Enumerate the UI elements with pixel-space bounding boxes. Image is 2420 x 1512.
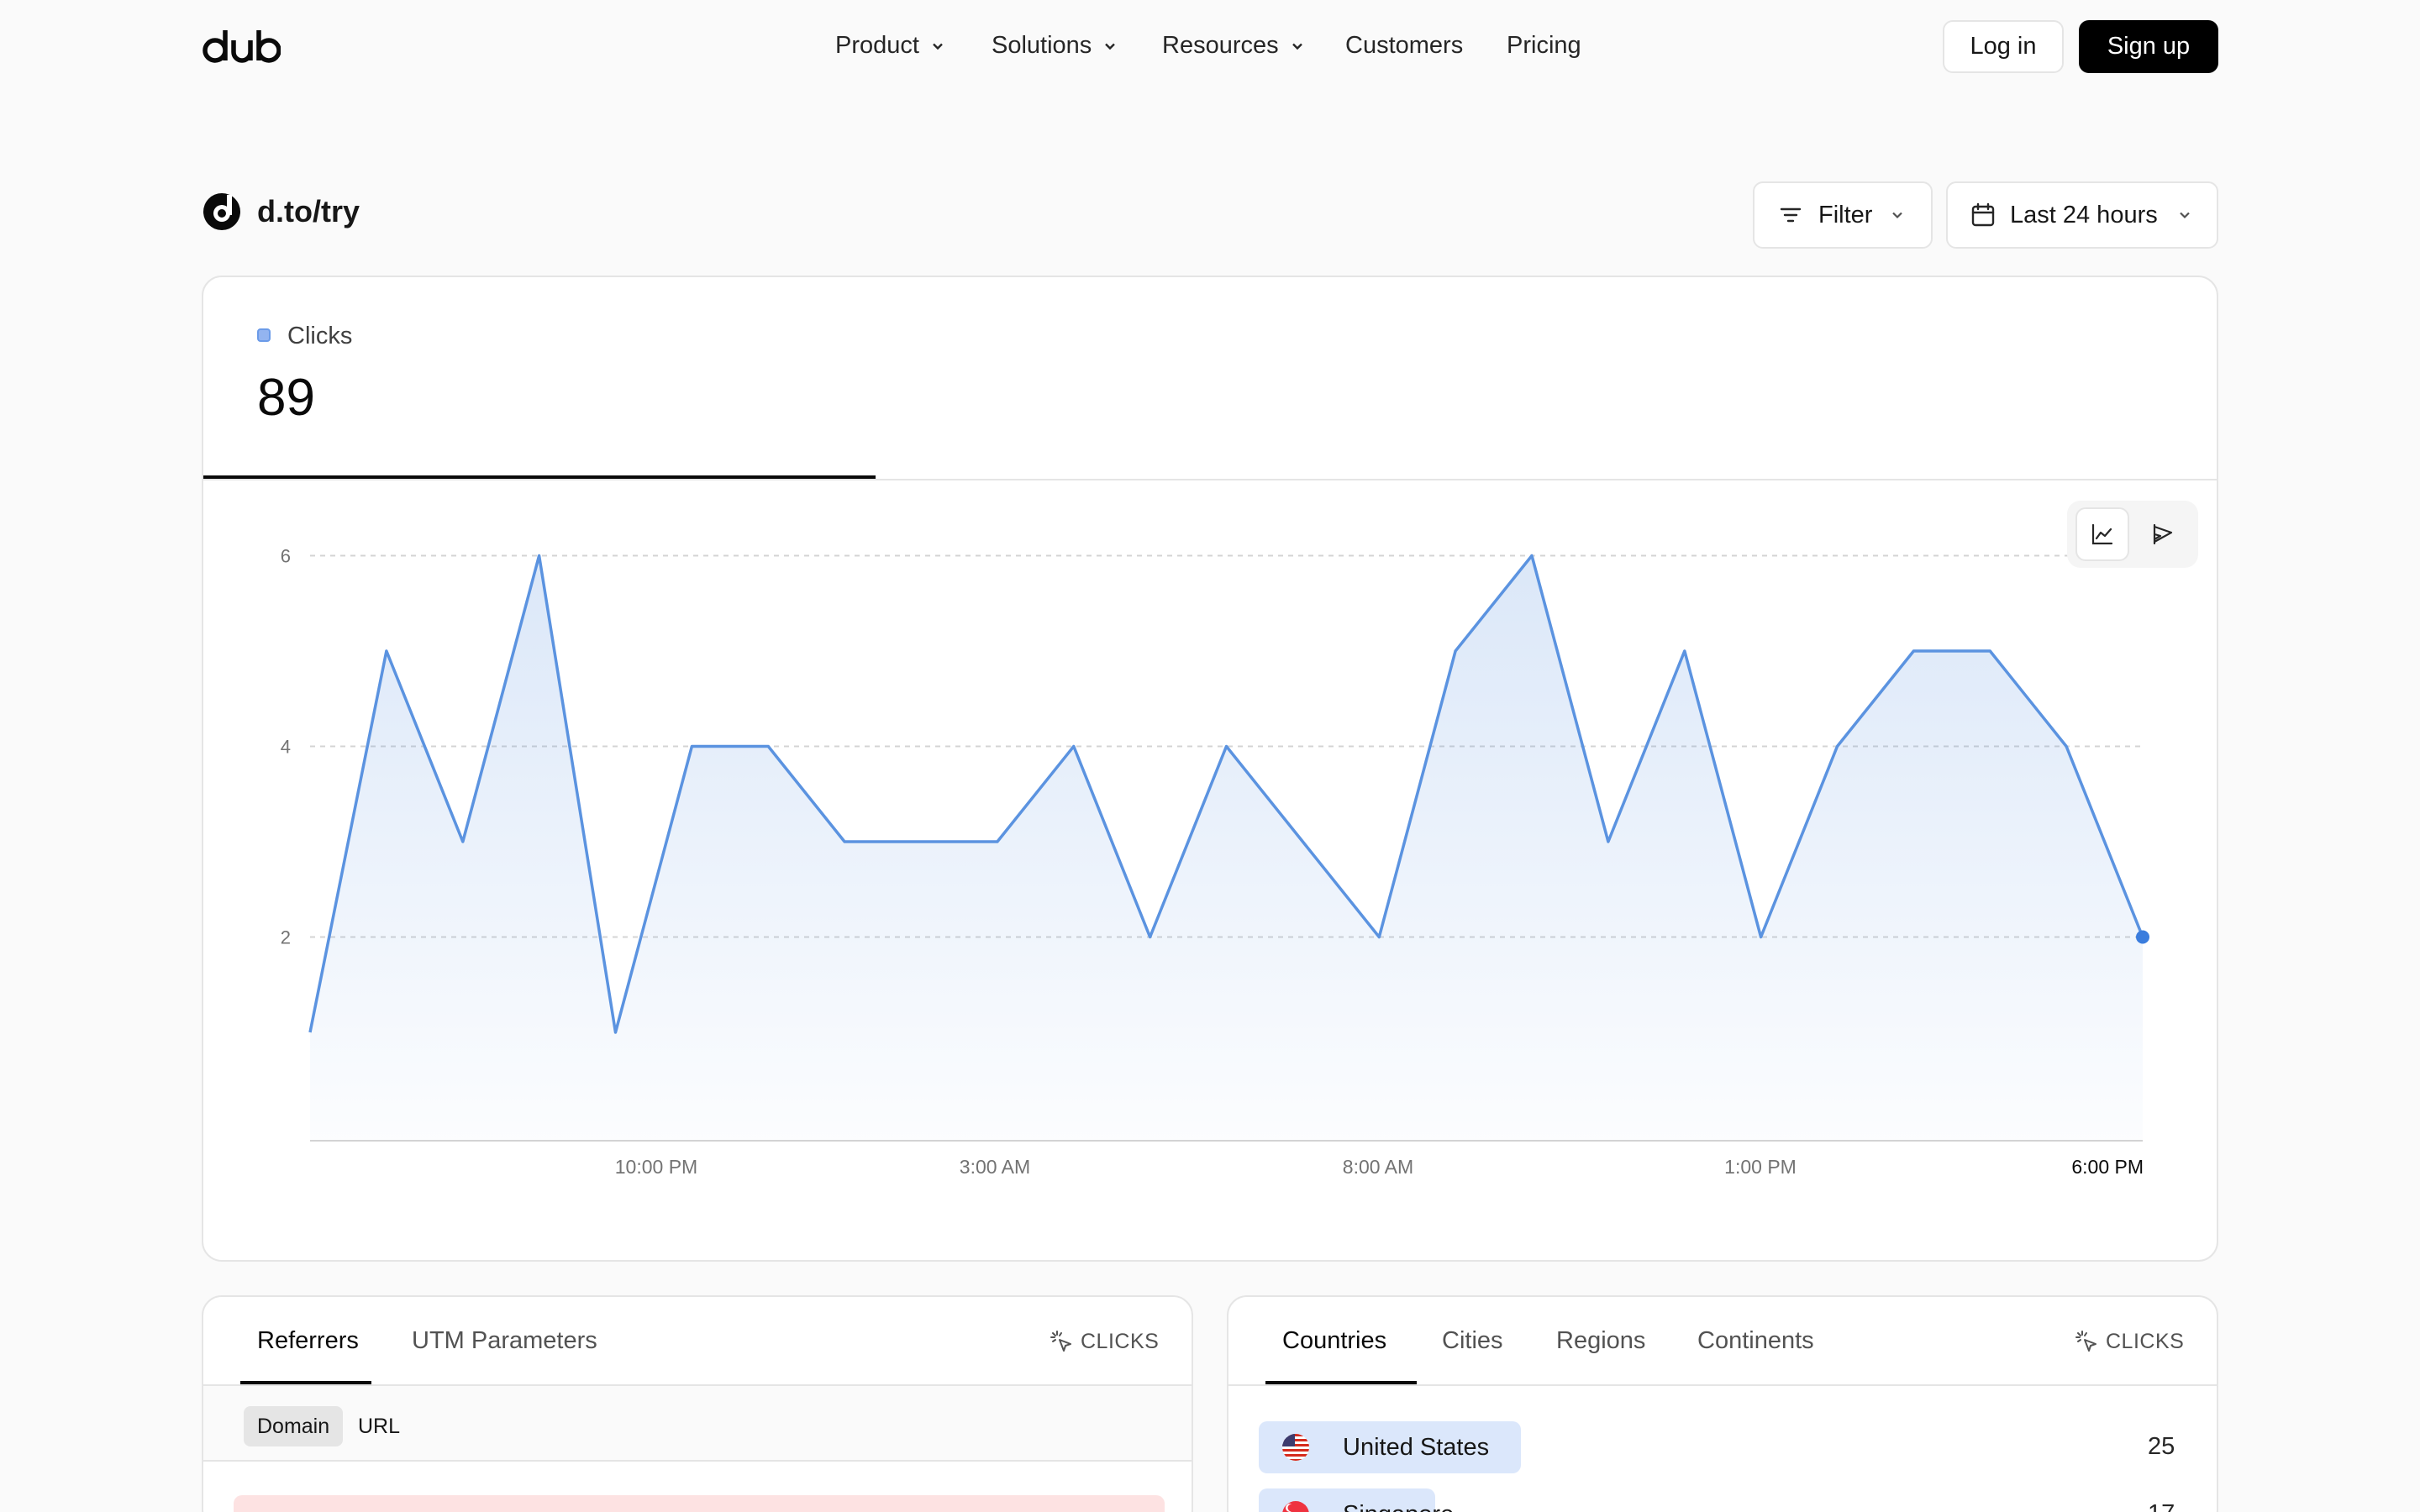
data-point — [308, 1030, 313, 1035]
data-point — [765, 744, 771, 749]
data-point — [1987, 648, 1992, 654]
dub-link-icon — [203, 193, 240, 230]
data-point — [613, 1030, 618, 1035]
analytics-card: 2 4 6 10:00 PM 3:00 AM 8:00 AM 1:00 PM 6:00 PM … — [202, 276, 2218, 1262]
y-tick-label: 6 — [281, 546, 291, 567]
data-point — [1529, 554, 1534, 559]
hover-point — [2136, 930, 2149, 944]
data-point — [1148, 935, 1153, 940]
nav-customers[interactable]: Customers — [1345, 32, 1463, 60]
filter-label: Filter — [1818, 201, 1873, 228]
nav-customers-label: Customers — [1345, 32, 1464, 59]
clicks-legend-swatch — [257, 328, 271, 342]
nav-product[interactable]: Product — [835, 32, 946, 60]
nav-pricing-label: Pricing — [1507, 32, 1581, 59]
tab-utm-parameters[interactable]: UTM Parameters — [412, 1327, 597, 1355]
chevron-down-icon — [1292, 43, 1302, 50]
data-point — [1453, 648, 1458, 654]
data-point — [1759, 935, 1764, 940]
line-chart-icon — [2091, 523, 2113, 545]
cursor-click-icon — [1050, 1331, 1071, 1352]
data-point — [1224, 744, 1229, 749]
y-tick-label: 2 — [281, 927, 291, 948]
x-tick-label: 6:00 PM — [2071, 1156, 2144, 1178]
funnel-chart-button[interactable] — [2136, 507, 2190, 561]
chevron-down-icon — [1892, 212, 1903, 219]
data-point — [918, 839, 923, 844]
data-point — [1071, 744, 1076, 749]
chart-type-toggle — [2067, 501, 2198, 568]
nav-solutions[interactable]: Solutions — [992, 32, 1118, 60]
data-point — [537, 554, 542, 559]
data-point — [1911, 648, 1916, 654]
referrer-row-bar[interactable] — [234, 1495, 1165, 1512]
data-point — [842, 839, 847, 844]
data-point — [1682, 648, 1687, 654]
data-point — [1835, 744, 1840, 749]
nav-resources-label: Resources — [1162, 32, 1279, 59]
x-tick-label: 8:00 AM — [1343, 1156, 1413, 1178]
tab-regions[interactable]: Regions — [1556, 1327, 1645, 1355]
tab-countries[interactable]: Countries — [1282, 1327, 1386, 1355]
country-count: 17 — [2148, 1500, 2175, 1512]
data-point — [2064, 744, 2069, 749]
short-link-title: d.to/try — [202, 192, 360, 232]
subtab-domain[interactable]: Domain — [244, 1406, 344, 1446]
calendar-icon — [1971, 202, 1995, 227]
tab-cities[interactable]: Cities — [1442, 1327, 1503, 1355]
sg-flag-icon — [1282, 1501, 1309, 1512]
nav-resources[interactable]: Resources — [1162, 32, 1306, 60]
chevron-down-icon — [1105, 43, 1116, 50]
clicks-stat-label: Clicks — [287, 323, 353, 349]
divider — [203, 479, 2217, 480]
country-row-singapore[interactable]: Singapore — [1259, 1488, 1454, 1512]
divider — [1228, 1384, 2217, 1386]
clicks-stat-value: 89 — [257, 369, 315, 427]
nav-product-label: Product — [835, 32, 919, 59]
cursor-click-icon — [2075, 1331, 2096, 1352]
chevron-down-icon — [933, 43, 943, 50]
referrer-subtabs: Domain URL — [203, 1386, 1192, 1462]
date-range-button[interactable]: Last 24 hours — [1946, 181, 2218, 249]
clicks-stat-tab[interactable]: Clicks 89 — [203, 277, 876, 479]
data-point — [1376, 935, 1381, 940]
short-link-label: d.to/try — [257, 194, 360, 228]
locations-card: Countries Cities Regions Continents CLIC… — [1227, 1295, 2218, 1512]
country-name: Singapore — [1343, 1501, 1454, 1512]
data-point — [1300, 839, 1305, 844]
country-name: United States — [1343, 1433, 1490, 1461]
x-tick-label: 1:00 PM — [1724, 1156, 1797, 1178]
nav-solutions-label: Solutions — [992, 32, 1092, 59]
referrers-card: Referrers UTM Parameters CLICKS Domain U… — [202, 1295, 1193, 1512]
funnel-chart-icon — [2153, 523, 2173, 545]
metric-label-text: CLICKS — [1081, 1329, 1160, 1353]
data-point — [995, 839, 1000, 844]
tab-referrers[interactable]: Referrers — [257, 1327, 359, 1355]
metric-label-text: CLICKS — [2106, 1329, 2185, 1353]
nav-pricing[interactable]: Pricing — [1507, 32, 1581, 60]
data-point — [460, 839, 466, 844]
country-count: 25 — [2148, 1433, 2175, 1460]
country-row-united-states[interactable]: United States — [1259, 1421, 1521, 1473]
top-navigation: Product Solutions Resources Customers Pr… — [0, 0, 2420, 94]
dub-logo[interactable] — [202, 27, 281, 66]
data-point — [1606, 839, 1611, 844]
data-point — [384, 648, 389, 654]
x-tick-label: 3:00 AM — [960, 1156, 1030, 1178]
filter-lines-icon — [1780, 207, 1802, 223]
data-point — [689, 744, 694, 749]
line-chart-button[interactable] — [2075, 507, 2129, 561]
filter-button[interactable]: Filter — [1753, 181, 1933, 249]
x-tick-label: 10:00 PM — [615, 1156, 697, 1178]
chevron-down-icon — [2179, 212, 2190, 219]
us-flag-icon — [1282, 1434, 1309, 1461]
metric-label[interactable]: CLICKS — [1049, 1329, 1159, 1354]
metric-label[interactable]: CLICKS — [2074, 1329, 2184, 1354]
tab-continents[interactable]: Continents — [1697, 1327, 1814, 1355]
date-range-label: Last 24 hours — [2010, 201, 2158, 228]
login-button[interactable]: Log in — [1943, 20, 2064, 73]
subtab-url[interactable]: URL — [345, 1406, 413, 1446]
y-tick-label: 4 — [281, 737, 291, 758]
signup-button[interactable]: Sign up — [2079, 20, 2218, 73]
